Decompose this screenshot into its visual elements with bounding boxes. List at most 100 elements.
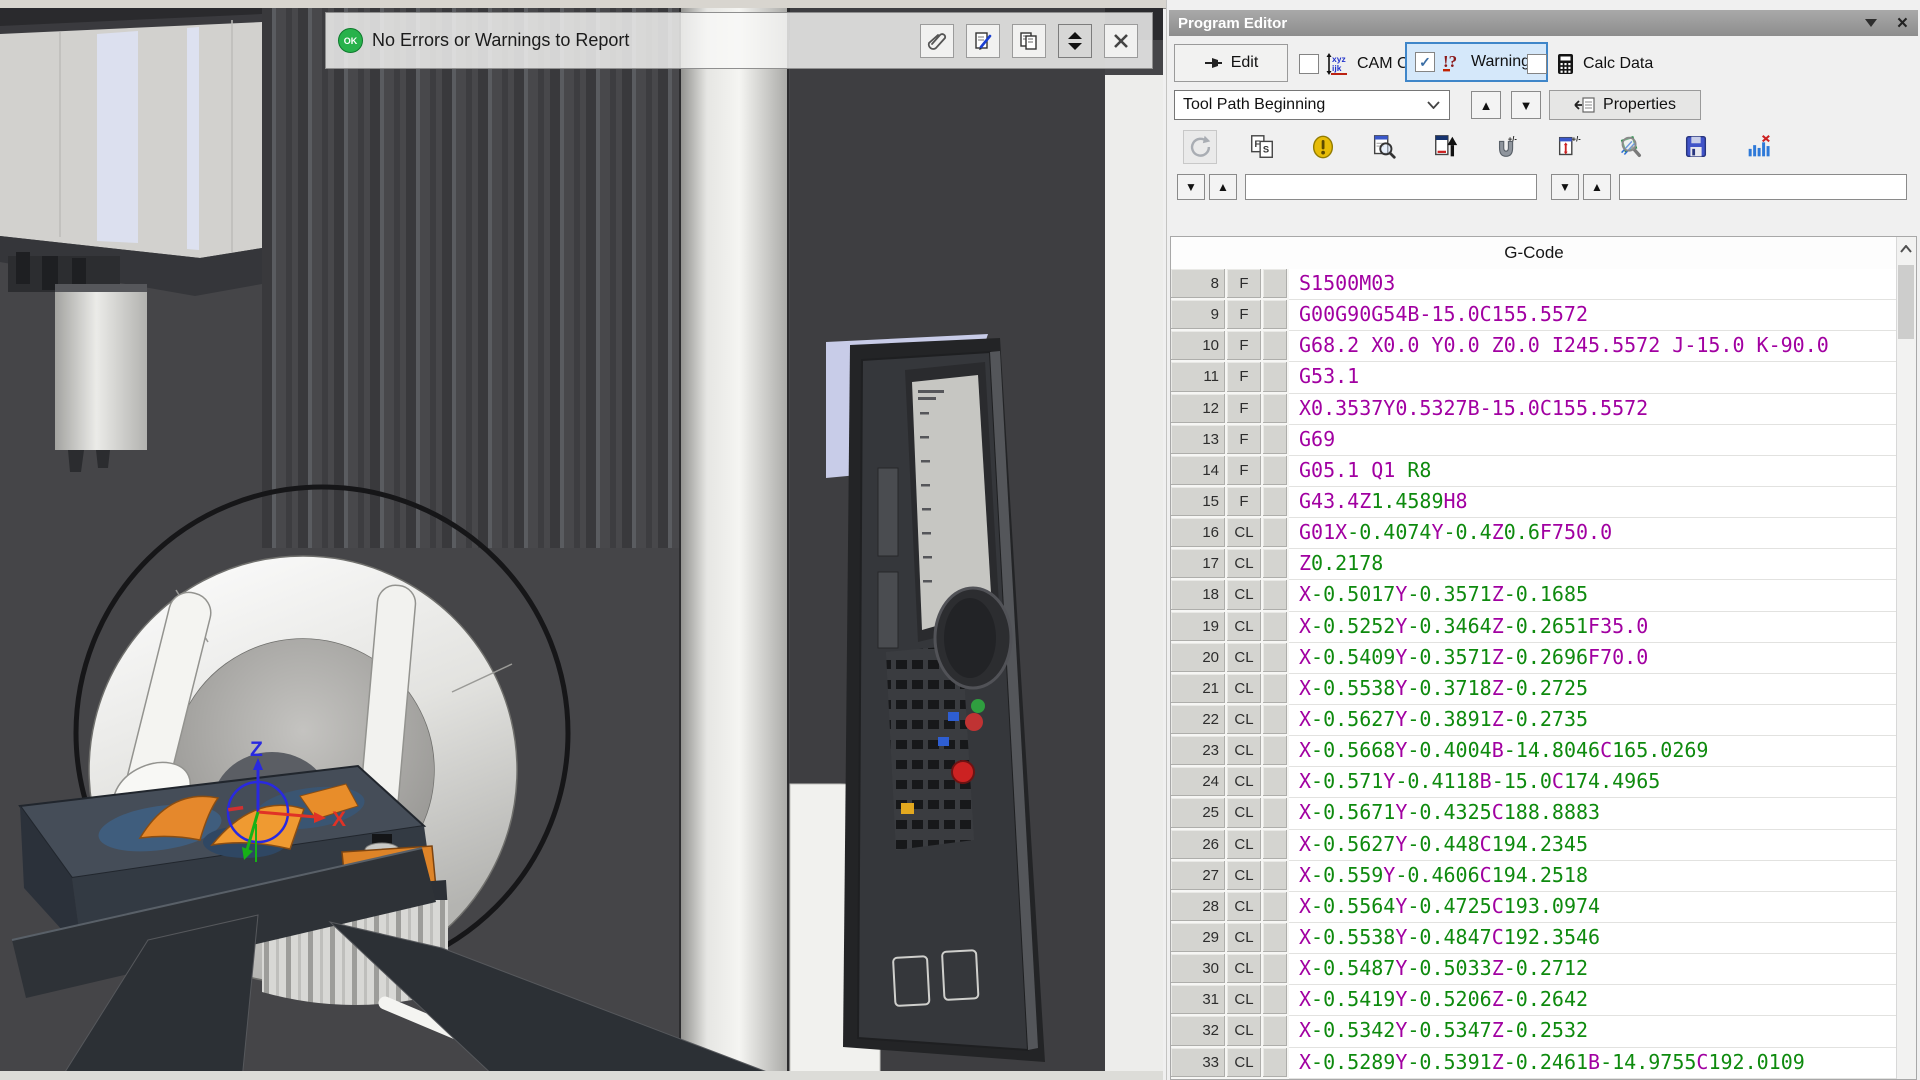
gcode-line-type: CL xyxy=(1227,923,1263,954)
reset-button[interactable] xyxy=(1183,130,1217,164)
gcode-row[interactable]: 25CLX-0.5671Y-0.4325C188.8883 xyxy=(1171,798,1897,829)
search1-up-button[interactable]: ▲ xyxy=(1209,174,1237,200)
jump-down-button[interactable]: ▼ xyxy=(1511,91,1541,119)
gcode-line-type: CL xyxy=(1227,674,1263,705)
goto-top-icon xyxy=(1432,133,1460,161)
gcode-line-number: 9 xyxy=(1171,300,1227,331)
gcode-line-number: 20 xyxy=(1171,643,1227,674)
gcode-row[interactable]: 30CLX-0.5487Y-0.5033Z-0.2712 xyxy=(1171,954,1897,985)
machine-column xyxy=(680,8,788,1080)
search-document-button[interactable] xyxy=(1367,130,1401,164)
stats-chart-button[interactable] xyxy=(1741,130,1775,164)
gcode-row[interactable]: 18CLX-0.5017Y-0.3571Z-0.1685 xyxy=(1171,580,1897,611)
gcode-line-type: F xyxy=(1227,425,1263,456)
document-plusminus-button[interactable]: +/- xyxy=(1552,130,1586,164)
u-plusminus-button[interactable]: +/- xyxy=(1490,130,1524,164)
gcode-line-text: G68.2 X0.0 Y0.0 Z0.0 I245.5572 J-15.0 K-… xyxy=(1289,331,1897,362)
red-button xyxy=(965,713,983,731)
gcode-line-number: 25 xyxy=(1171,798,1227,829)
gcode-line-flag-cell xyxy=(1263,549,1289,580)
window-edge xyxy=(0,0,1163,8)
gcode-row[interactable]: 32CLX-0.5342Y-0.5347Z-0.2532 xyxy=(1171,1016,1897,1047)
gcode-row[interactable]: 28CLX-0.5564Y-0.4725C193.0974 xyxy=(1171,892,1897,923)
goto-top-button[interactable] xyxy=(1429,130,1463,164)
calc-data-toggle[interactable]: Calc Data xyxy=(1519,44,1661,84)
gcode-row[interactable]: 21CLX-0.5538Y-0.3718Z-0.2725 xyxy=(1171,674,1897,705)
expand-collapse-button[interactable] xyxy=(1058,24,1092,58)
pendant-side-key xyxy=(878,468,898,556)
gcode-line-number: 8 xyxy=(1171,269,1227,300)
properties-button[interactable]: Properties xyxy=(1549,90,1701,120)
fs-pages-icon: F S xyxy=(1248,133,1276,161)
copy-report-button[interactable] xyxy=(1012,24,1046,58)
gcode-row[interactable]: 29CLX-0.5538Y-0.4847C192.3546 xyxy=(1171,923,1897,954)
gcode-line-type: CL xyxy=(1227,1048,1263,1079)
gcode-line-flag-cell xyxy=(1263,362,1289,393)
gcode-row[interactable]: 17CLZ0.2178 xyxy=(1171,549,1897,580)
jump-to-dropdown[interactable]: Tool Path Beginning xyxy=(1174,90,1450,120)
close-panel-icon[interactable]: × xyxy=(1897,14,1908,33)
gcode-scrollbar[interactable] xyxy=(1896,237,1916,1079)
gcode-line-flag-cell xyxy=(1263,269,1289,300)
jump-up-button[interactable]: ▲ xyxy=(1471,91,1501,119)
gcode-line-text: X-0.5409Y-0.3571Z-0.2696F70.0 xyxy=(1289,643,1897,674)
search2-down-button[interactable]: ▼ xyxy=(1551,174,1579,200)
warning-circle-button[interactable] xyxy=(1306,130,1340,164)
gcode-line-number: 15 xyxy=(1171,487,1227,518)
gcode-line-flag-cell xyxy=(1263,985,1289,1016)
warnings-checkbox[interactable] xyxy=(1415,52,1435,72)
emergency-stop-button xyxy=(952,761,974,783)
gcode-row[interactable]: 31CLX-0.5419Y-0.5206Z-0.2642 xyxy=(1171,985,1897,1016)
gcode-row[interactable]: 11FG53.1 xyxy=(1171,362,1897,393)
gcode-row[interactable]: 26CLX-0.5627Y-0.448C194.2345 xyxy=(1171,830,1897,861)
gcode-row[interactable]: 16CLG01X-0.4074Y-0.4Z0.6F750.0 xyxy=(1171,518,1897,549)
gcode-line-flag-cell xyxy=(1263,923,1289,954)
gcode-row[interactable]: 23CLX-0.5668Y-0.4004B-14.8046C165.0269 xyxy=(1171,736,1897,767)
floor-strip xyxy=(0,1071,1163,1080)
gcode-row[interactable]: 15FG43.4Z1.4589H8 xyxy=(1171,487,1897,518)
gcode-line-text: G53.1 xyxy=(1289,362,1897,393)
measure-search-button[interactable] xyxy=(1613,130,1647,164)
machine-3d-viewport[interactable]: Z X xyxy=(0,0,1163,1080)
cam-cl-checkbox[interactable] xyxy=(1299,54,1319,74)
scrollbar-up-arrow[interactable] xyxy=(1898,239,1914,259)
gcode-row[interactable]: 24CLX-0.571Y-0.4118B-15.0C174.4965 xyxy=(1171,767,1897,798)
close-message-button[interactable] xyxy=(1104,24,1138,58)
search2-up-button[interactable]: ▲ xyxy=(1583,174,1611,200)
gcode-row[interactable]: 22CLX-0.5627Y-0.3891Z-0.2735 xyxy=(1171,705,1897,736)
gcode-row[interactable]: 8FS1500M03 xyxy=(1171,269,1897,300)
gcode-line-flag-cell xyxy=(1263,425,1289,456)
warning-circle-icon xyxy=(1309,133,1337,161)
z-axis-label: Z xyxy=(250,738,263,761)
gcode-row[interactable]: 12FX0.3537Y0.5327B-15.0C155.5572 xyxy=(1171,394,1897,425)
edit-report-button[interactable] xyxy=(966,24,1000,58)
calc-data-checkbox[interactable] xyxy=(1527,54,1547,74)
blue-key xyxy=(938,737,949,746)
gcode-row[interactable]: 10FG68.2 X0.0 Y0.0 Z0.0 I245.5572 J-15.0… xyxy=(1171,331,1897,362)
jump-to-value: Tool Path Beginning xyxy=(1183,96,1325,114)
gcode-line-flag-cell xyxy=(1263,580,1289,611)
gcode-row[interactable]: 27CLX-0.559Y-0.4606C194.2518 xyxy=(1171,861,1897,892)
gcode-line-text: X-0.5289Y-0.5391Z-0.2461B-14.9755C192.01… xyxy=(1289,1048,1897,1079)
gcode-rows: 8FS1500M039FG00G90G54B-15.0C155.557210FG… xyxy=(1171,269,1897,1079)
gcode-line-number: 30 xyxy=(1171,954,1227,985)
gcode-row[interactable]: 14FG05.1 Q1 R8 xyxy=(1171,456,1897,487)
fs-pages-button[interactable]: F S xyxy=(1245,130,1279,164)
gcode-row[interactable]: 20CLX-0.5409Y-0.3571Z-0.2696F70.0 xyxy=(1171,643,1897,674)
search-input-2[interactable] xyxy=(1619,174,1907,200)
search1-down-button[interactable]: ▼ xyxy=(1177,174,1205,200)
scrollbar-thumb[interactable] xyxy=(1898,265,1914,339)
gcode-line-text: G43.4Z1.4589H8 xyxy=(1289,487,1897,518)
edit-button[interactable]: Edit xyxy=(1174,44,1288,82)
gcode-row[interactable]: 9FG00G90G54B-15.0C155.5572 xyxy=(1171,300,1897,331)
gcode-line-number: 23 xyxy=(1171,736,1227,767)
gcode-line-flag-cell xyxy=(1263,861,1289,892)
attach-button[interactable] xyxy=(920,24,954,58)
gcode-row[interactable]: 13FG69 xyxy=(1171,425,1897,456)
gcode-row[interactable]: 33CLX-0.5289Y-0.5391Z-0.2461B-14.9755C19… xyxy=(1171,1048,1897,1079)
gcode-row[interactable]: 19CLX-0.5252Y-0.3464Z-0.2651F35.0 xyxy=(1171,612,1897,643)
gcode-line-number: 32 xyxy=(1171,1016,1227,1047)
save-button[interactable] xyxy=(1679,130,1713,164)
search-input-1[interactable] xyxy=(1245,174,1537,200)
collapse-panel-icon[interactable] xyxy=(1865,19,1877,27)
